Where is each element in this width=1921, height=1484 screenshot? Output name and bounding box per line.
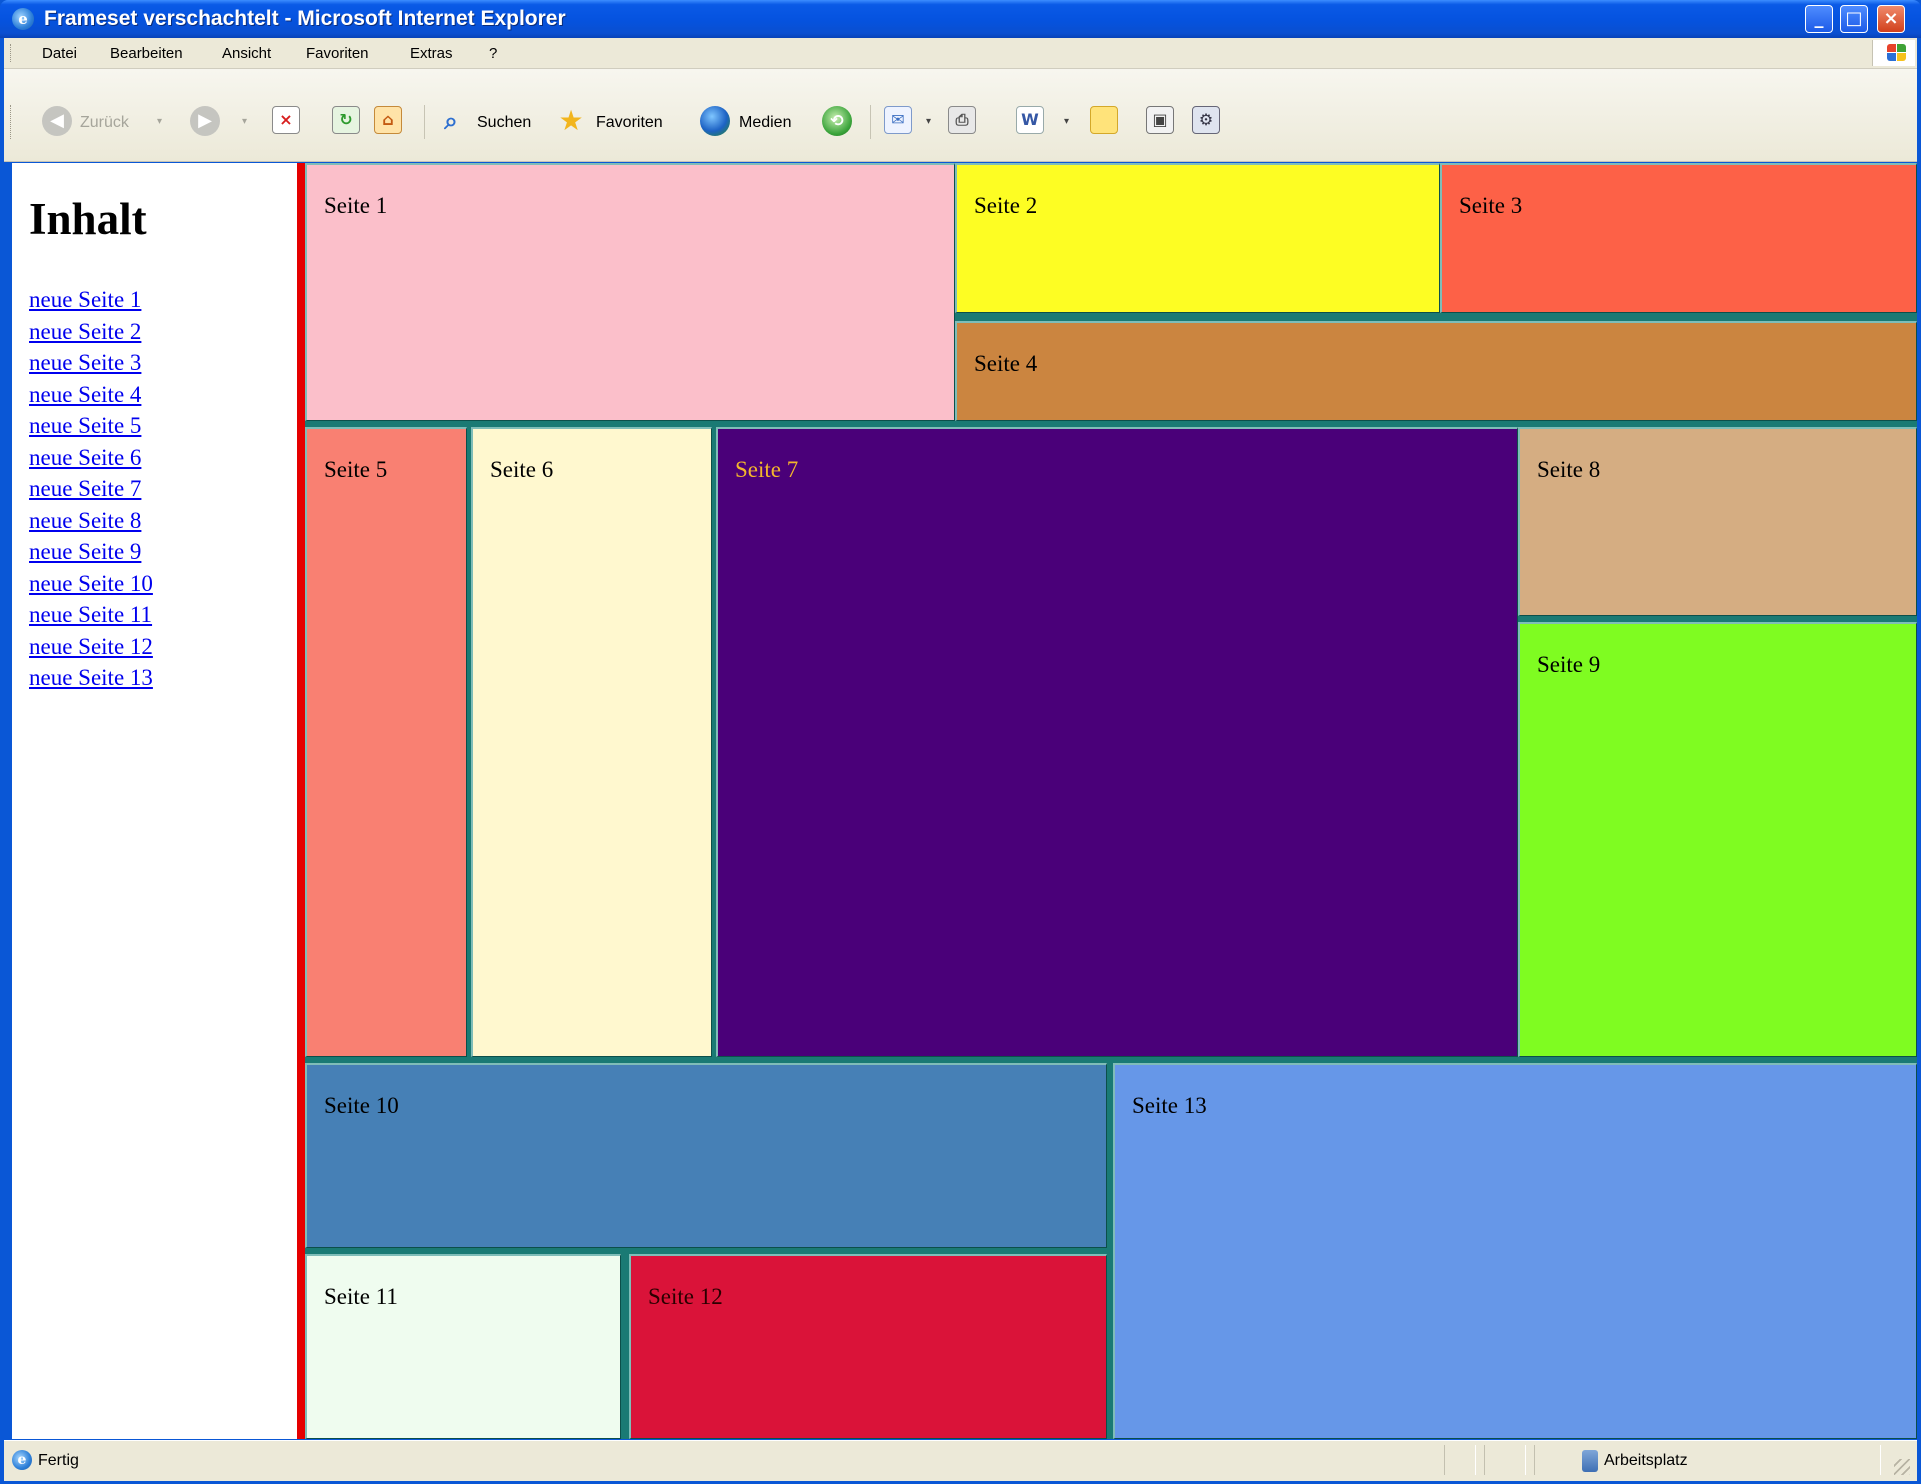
browser-window: e Frameset verschachtelt - Microsoft Int… — [0, 0, 1921, 1484]
frameset-content: Inhalt neue Seite 1 neue Seite 2 neue Se… — [12, 163, 1917, 1439]
menu-bar: Datei Bearbeiten Ansicht Favoriten Extra… — [4, 38, 1917, 69]
nav-link-seite-4[interactable]: neue Seite 4 — [29, 379, 153, 411]
frame-label: Seite 9 — [1537, 652, 1601, 677]
menu-grip[interactable] — [10, 44, 14, 62]
back-button-label[interactable]: Zurück — [80, 114, 129, 132]
nav-link-seite-7[interactable]: neue Seite 7 — [29, 473, 153, 505]
history-icon[interactable]: ⟲ — [822, 106, 852, 136]
nav-link-seite-8[interactable]: neue Seite 8 — [29, 505, 153, 537]
nav-link-seite-2[interactable]: neue Seite 2 — [29, 316, 153, 348]
windows-logo-icon — [1872, 40, 1915, 66]
frame-seite-2: Seite 2 — [955, 163, 1440, 313]
search-button-label[interactable]: Suchen — [477, 114, 531, 132]
nav-link-seite-3[interactable]: neue Seite 3 — [29, 347, 153, 379]
media-button-label[interactable]: Medien — [739, 114, 791, 132]
back-arrow-icon[interactable]: ◀ — [42, 106, 72, 136]
print-icon[interactable]: ⎙ — [948, 106, 976, 134]
edit-word-icon[interactable]: W — [1016, 106, 1044, 134]
frame-label: Seite 13 — [1132, 1093, 1207, 1118]
title-bar[interactable]: e Frameset verschachtelt - Microsoft Int… — [0, 0, 1921, 38]
frame-label: Seite 5 — [324, 457, 388, 482]
nav-link-seite-9[interactable]: neue Seite 9 — [29, 536, 153, 568]
edit-dropdown-icon[interactable]: ▾ — [1064, 116, 1069, 127]
nav-link-seite-13[interactable]: neue Seite 13 — [29, 662, 153, 694]
stop-icon[interactable]: × — [272, 106, 300, 134]
frame-label: Seite 11 — [324, 1284, 398, 1309]
nav-link-list: neue Seite 1 neue Seite 2 neue Seite 3 n… — [29, 284, 153, 694]
forward-dropdown-icon[interactable]: ▾ — [242, 116, 247, 127]
close-button[interactable]: × — [1877, 5, 1905, 33]
nav-link-seite-10[interactable]: neue Seite 10 — [29, 568, 153, 600]
status-pane — [1484, 1445, 1526, 1475]
frame-label: Seite 10 — [324, 1093, 399, 1118]
frame-divider[interactable] — [297, 163, 305, 1439]
frame-seite-10: Seite 10 — [305, 1063, 1107, 1248]
home-icon[interactable]: ⌂ — [374, 106, 402, 134]
nav-link-seite-1[interactable]: neue Seite 1 — [29, 284, 153, 316]
menu-ansicht[interactable]: Ansicht — [222, 45, 271, 62]
frame-seite-1: Seite 1 — [305, 163, 955, 421]
favorites-button-label[interactable]: Favoriten — [596, 114, 663, 132]
frame-seite-12: Seite 12 — [629, 1254, 1107, 1439]
frame-label: Seite 4 — [974, 351, 1038, 376]
frame-seite-4: Seite 4 — [955, 321, 1917, 421]
frame-seite-9: Seite 9 — [1518, 622, 1917, 1057]
research-icon[interactable]: ⚙ — [1192, 106, 1220, 134]
frame-seite-7: Seite 7 — [716, 427, 1518, 1057]
media-globe-icon[interactable] — [700, 106, 730, 136]
page-status-icon: e — [12, 1450, 32, 1470]
menu-help[interactable]: ? — [489, 45, 497, 62]
frame-seite-8: Seite 8 — [1518, 427, 1917, 616]
nav-link-seite-6[interactable]: neue Seite 6 — [29, 442, 153, 474]
forward-arrow-icon[interactable]: ▶ — [190, 106, 220, 136]
frame-seite-6: Seite 6 — [471, 427, 712, 1057]
menu-extras[interactable]: Extras — [410, 45, 453, 62]
status-pane — [1444, 1445, 1476, 1475]
status-bar: e Fertig Arbeitsplatz — [4, 1440, 1917, 1481]
messenger-device-icon[interactable]: ▣ — [1146, 106, 1174, 134]
nav-link-seite-12[interactable]: neue Seite 12 — [29, 631, 153, 663]
frame-seite-3: Seite 3 — [1440, 163, 1917, 313]
back-dropdown-icon[interactable]: ▾ — [157, 116, 162, 127]
frame-label: Seite 7 — [735, 457, 799, 482]
navigation-frame: Inhalt neue Seite 1 neue Seite 2 neue Se… — [12, 163, 297, 1439]
nav-heading: Inhalt — [29, 194, 147, 244]
search-icon[interactable]: ⌕ — [436, 106, 466, 136]
frame-label: Seite 3 — [1459, 193, 1523, 218]
frame-label: Seite 1 — [324, 193, 388, 218]
frame-seite-13: Seite 13 — [1113, 1063, 1917, 1439]
frame-label: Seite 2 — [974, 193, 1038, 218]
menu-bearbeiten[interactable]: Bearbeiten — [110, 45, 183, 62]
frame-label: Seite 8 — [1537, 457, 1601, 482]
frame-seite-5: Seite 5 — [305, 427, 467, 1057]
toolbar-grip[interactable] — [10, 105, 14, 139]
toolbar-separator — [424, 105, 425, 139]
frame-label: Seite 6 — [490, 457, 554, 482]
status-text: Fertig — [38, 1452, 79, 1469]
toolbar-separator — [870, 105, 871, 139]
mail-dropdown-icon[interactable]: ▾ — [926, 116, 931, 127]
maximize-button[interactable]: □ — [1840, 5, 1868, 33]
resize-grip-icon[interactable] — [1894, 1459, 1910, 1475]
window-title: Frameset verschachtelt - Microsoft Inter… — [44, 7, 566, 30]
refresh-icon[interactable]: ↻ — [332, 106, 360, 134]
minimize-button[interactable]: _ — [1805, 5, 1833, 33]
discuss-note-icon[interactable] — [1090, 106, 1118, 134]
computer-zone-icon — [1582, 1450, 1598, 1472]
nav-link-seite-11[interactable]: neue Seite 11 — [29, 599, 153, 631]
favorites-star-icon[interactable]: ★ — [556, 106, 586, 136]
frame-seite-11: Seite 11 — [305, 1254, 621, 1439]
ie-logo-icon: e — [12, 8, 34, 30]
toolbar: ◀ Zurück ▾ ▶ ▾ × ↻ ⌂ ⌕ Suchen ★ Favorite… — [4, 69, 1917, 162]
menu-datei[interactable]: Datei — [42, 45, 77, 62]
security-zone-label: Arbeitsplatz — [1604, 1452, 1688, 1469]
mail-icon[interactable]: ✉ — [884, 106, 912, 134]
menu-favoriten[interactable]: Favoriten — [306, 45, 369, 62]
nav-link-seite-5[interactable]: neue Seite 5 — [29, 410, 153, 442]
frame-label: Seite 12 — [648, 1284, 723, 1309]
